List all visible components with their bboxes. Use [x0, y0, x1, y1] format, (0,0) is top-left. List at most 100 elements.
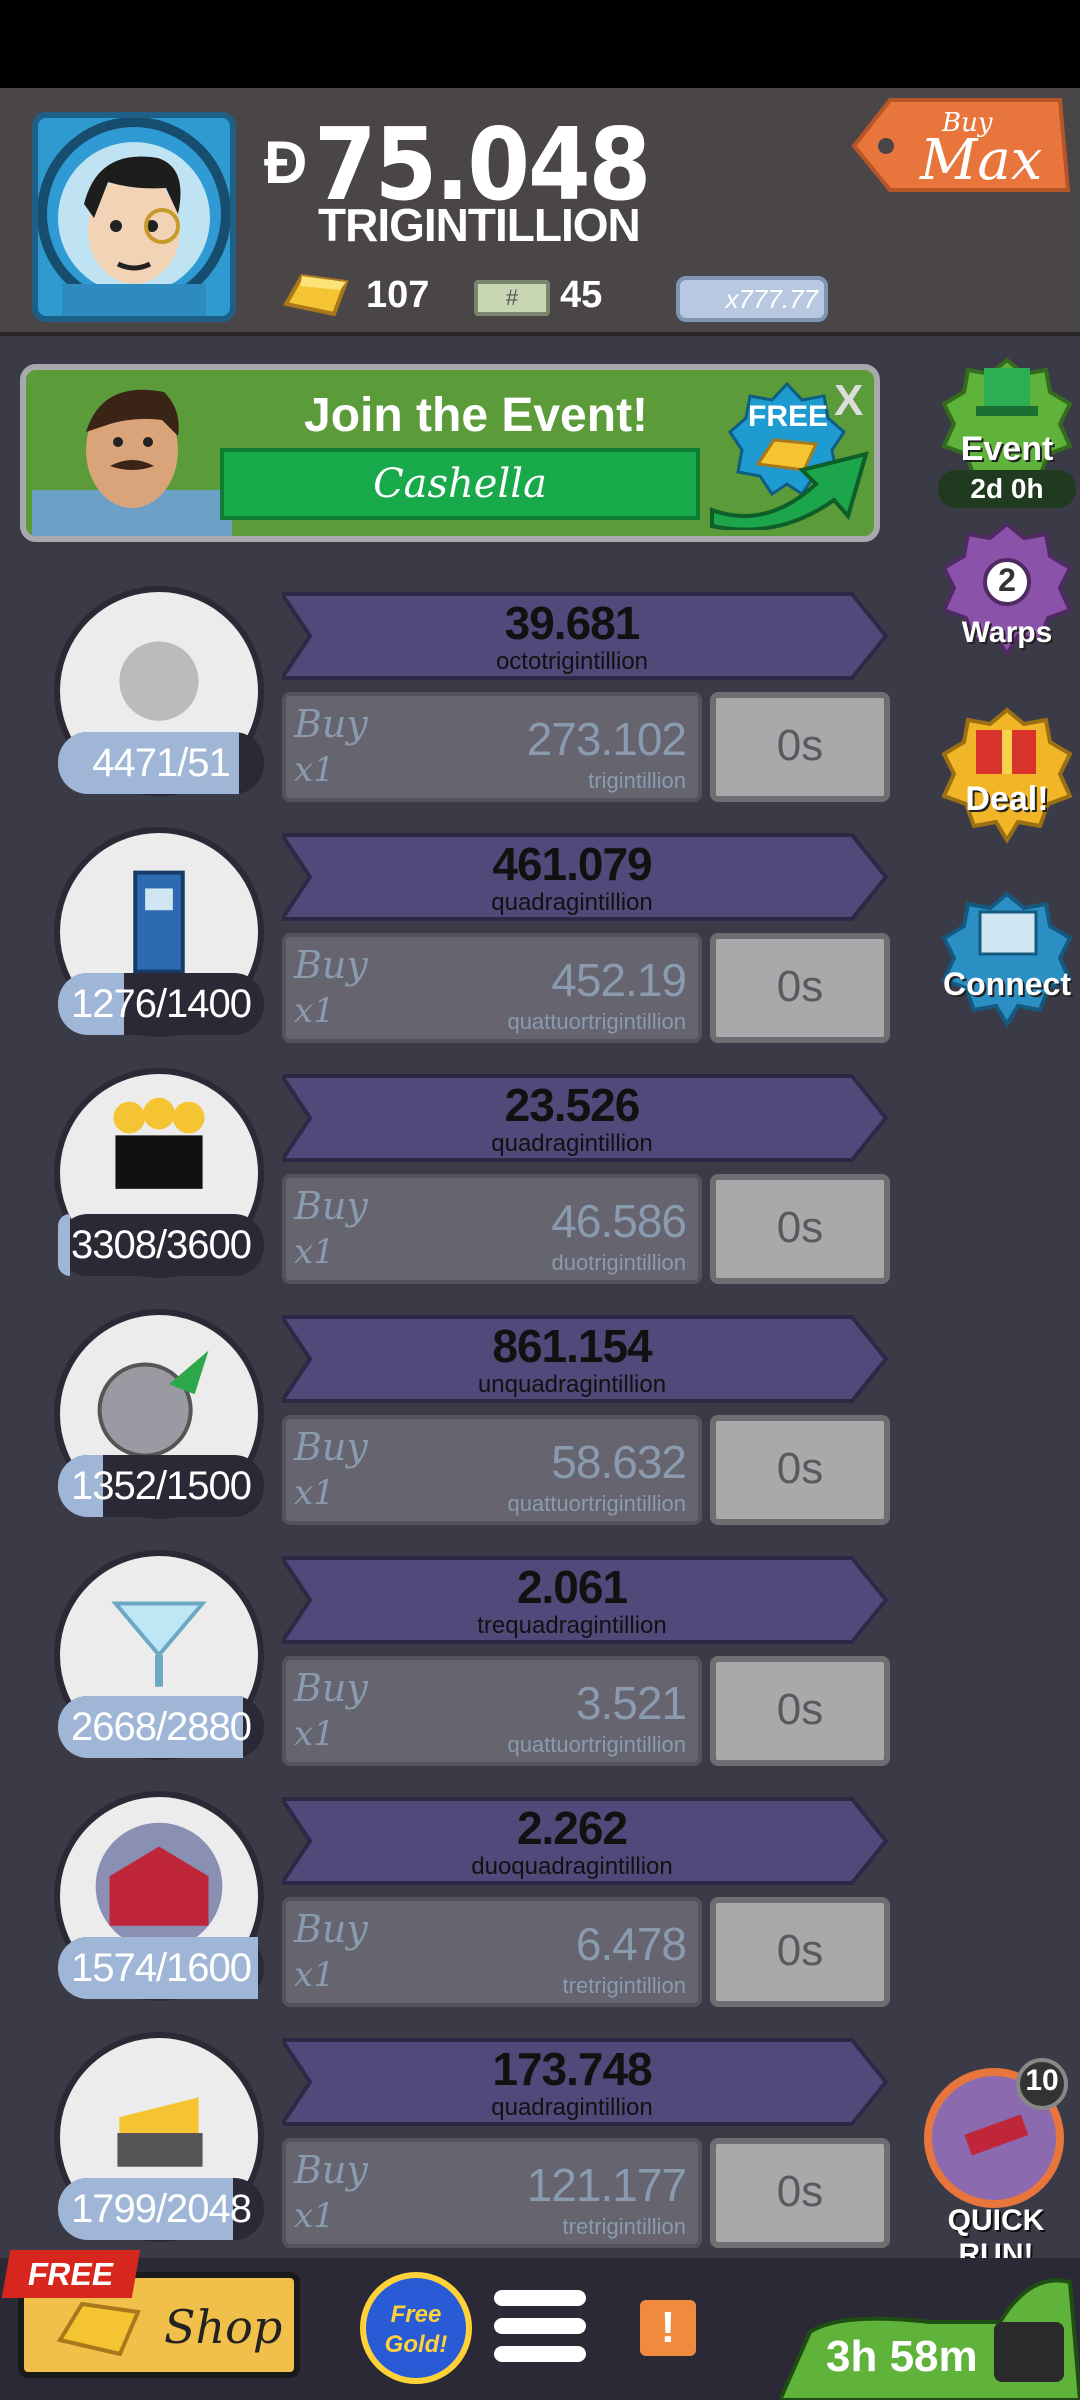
business-row: 1574/1600 2.262 duoquadragintillion Buy x1 6.…	[0, 1791, 900, 2017]
deal-button[interactable]: Deal!	[936, 706, 1078, 848]
timer-box[interactable]: 0s	[710, 1174, 890, 1284]
buy-label: Buy	[294, 702, 368, 746]
buy-max-button[interactable]: Buy Max	[850, 94, 1074, 200]
profit-unit: octotrigintillion	[495, 648, 649, 675]
cost-unit: tretrigintillion	[562, 1973, 687, 1998]
close-icon[interactable]: X	[834, 376, 863, 426]
timer-box[interactable]: 0s	[710, 1415, 890, 1525]
buy-quantity: x1	[294, 1714, 335, 1754]
buy-button[interactable]: Buy x1 46.586 duotrigintillion	[282, 1174, 702, 1284]
owned-count-text: 1799/2048	[70, 2187, 252, 2231]
gold-bar-icon	[56, 2301, 141, 2357]
event-name-box: Cashella	[220, 448, 700, 520]
event-side-label: Event	[960, 430, 1054, 468]
buy-quantity: x1	[294, 1232, 335, 1272]
owned-count-text: 1276/1400	[70, 982, 252, 1026]
timer-box[interactable]: 0s	[710, 933, 890, 1043]
event-banner[interactable]: Join the Event! Cashella FREE X	[20, 364, 880, 542]
cost-unit: duotrigintillion	[551, 1250, 686, 1275]
profit-unit: duoquadragintillion	[471, 1853, 673, 1880]
gold-count: 107	[366, 274, 430, 316]
buy-max-big-label: Max	[920, 128, 1043, 193]
shop-label: Shop	[164, 2300, 283, 2354]
buy-button[interactable]: Buy x1 121.177 tretrigintillion	[282, 2138, 702, 2248]
header: Đ 75.048 TRIGINTILLION 107 # 45 x777.77 …	[0, 88, 1080, 336]
buy-button[interactable]: Buy x1 273.102 trigintillion	[282, 692, 702, 802]
cost-unit: trigintillion	[588, 768, 686, 793]
profit-value: 861.154	[492, 1320, 652, 1372]
profit-value: 2.262	[516, 1802, 628, 1854]
timer-text: 3h 58m	[826, 2332, 978, 2381]
money-unit: TRIGINTILLION	[318, 199, 641, 251]
multiplier-badge[interactable]: x777.77	[676, 276, 828, 322]
event-time-badge: 2d 0h	[938, 470, 1076, 508]
warps-count: 2	[998, 562, 1016, 598]
buy-quantity: x1	[294, 750, 335, 790]
buy-quantity: x1	[294, 991, 335, 1031]
cost-value: 121.177	[526, 2159, 687, 2211]
buy-label: Buy	[294, 1666, 368, 1710]
cost-value: 273.102	[526, 713, 687, 765]
business-row: 4471/51 39.681 octotrigintillion Buy x1 273.1…	[0, 586, 900, 812]
business-owned-count: 1352/1500	[58, 1455, 264, 1517]
event-name: Cashella	[373, 461, 547, 507]
cost-unit: tretrigintillion	[562, 2214, 687, 2239]
time-remaining: 0s	[776, 1444, 824, 1493]
buy-label: Buy	[294, 2148, 368, 2192]
arrow-icon	[710, 451, 869, 530]
cost-value: 58.632	[551, 1436, 687, 1488]
currency-symbol: Đ	[264, 129, 308, 196]
status-bar	[0, 0, 1080, 88]
buy-button[interactable]: Buy x1 58.632 quattuortrigintillion	[282, 1415, 702, 1525]
event-title: Join the Event!	[304, 389, 649, 442]
owned-count-text: 4471/51	[92, 741, 231, 785]
gold-bar-icon	[282, 273, 349, 317]
business-row: 2668/2880 2.061 trequadragintillion Buy x1 3.…	[0, 1550, 900, 1776]
free-tag: FREE	[1, 2250, 141, 2298]
warps-button[interactable]: 2 Warps	[936, 520, 1078, 662]
cost-value: 6.478	[575, 1918, 687, 1970]
menu-icon[interactable]	[494, 2290, 586, 2374]
connect-button[interactable]: Connect	[936, 890, 1078, 1032]
buy-button[interactable]: Buy x1 452.19 quattuortrigintillion	[282, 933, 702, 1043]
profit-value: 173.748	[492, 2043, 652, 2095]
player-avatar[interactable]	[32, 112, 236, 322]
buy-label: Buy	[294, 1184, 368, 1228]
owned-count-text: 2668/2880	[70, 1705, 252, 1749]
timer-box[interactable]: 0s	[710, 1897, 890, 2007]
business-owned-count: 1276/1400	[58, 973, 264, 1035]
business-owned-count: 4471/51	[58, 732, 264, 794]
time-remaining: 0s	[776, 1926, 824, 1975]
megabucks-count: 45	[560, 274, 603, 316]
free-gold-line1: Free	[390, 2301, 442, 2328]
profit-unit: unquadragintillion	[477, 1371, 667, 1398]
timer-box[interactable]: 0s	[710, 1656, 890, 1766]
business-row: 3308/3600 23.526 quadragintillion Buy x1 46.5…	[0, 1068, 900, 1294]
warps-label: Warps	[961, 616, 1053, 649]
quick-run-count: 10	[1025, 2064, 1059, 2097]
buy-button[interactable]: Buy x1 3.521 quattuortrigintillion	[282, 1656, 702, 1766]
profit-unit: trequadragintillion	[477, 1612, 667, 1639]
buy-quantity: x1	[294, 1955, 335, 1995]
business-owned-count: 1799/2048	[58, 2178, 264, 2240]
time-remaining: 0s	[776, 1685, 824, 1734]
profit-unit: quadragintillion	[491, 2094, 653, 2121]
cost-value: 46.586	[551, 1195, 687, 1247]
timer-button[interactable]: 3h 58m	[777, 2262, 1080, 2400]
connect-label: Connect	[943, 966, 1071, 1002]
free-gold-button[interactable]: Free Gold!	[360, 2272, 472, 2384]
buy-label: Buy	[294, 1907, 368, 1951]
timer-box[interactable]: 0s	[710, 692, 890, 802]
owned-progress-fill	[58, 1214, 70, 1276]
business-row: 1352/1500 861.154 unquadragintillion Buy x1 5…	[0, 1309, 900, 1535]
profit-value: 461.079	[492, 838, 652, 890]
cost-unit: quattuortrigintillion	[507, 1009, 686, 1034]
buy-button[interactable]: Buy x1 6.478 tretrigintillion	[282, 1897, 702, 2007]
alert-icon[interactable]: !	[640, 2300, 696, 2356]
business-row: 1799/2048 173.748 quadragintillion Buy x1 121…	[0, 2032, 900, 2258]
timer-box[interactable]: 0s	[710, 2138, 890, 2248]
quick-run-button[interactable]: 10 QUICK RUN!	[916, 2054, 1076, 2271]
time-remaining: 0s	[776, 2167, 824, 2216]
buy-label: Buy	[294, 1425, 368, 1469]
profit-value: 2.061	[516, 1561, 628, 1613]
